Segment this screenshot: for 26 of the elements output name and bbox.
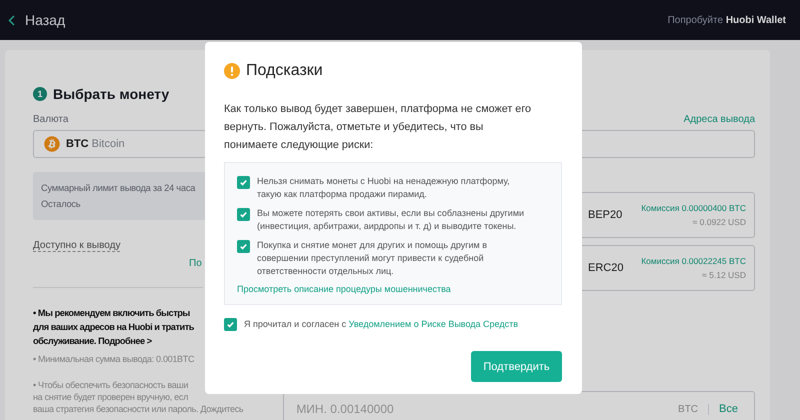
step-title: Выбрать монету bbox=[53, 86, 170, 102]
recommendation-text: обслуживание. Подробнее > bbox=[33, 335, 152, 348]
min-amount-note: • Минимальная сумма вывода: 0.001BTC bbox=[33, 353, 194, 365]
dialog-message: Как только вывод будет завершен, платформа не сможет его вернуть. Пожалуйста, отметьте и убедитесь, что вы понимаете следующие риски: bbox=[224, 102, 532, 153]
network-name: BEP20 bbox=[588, 209, 622, 221]
security-note: ваша стратегия безопасности или пароль. Дождитесь bbox=[33, 403, 244, 415]
step-number: 1 bbox=[33, 87, 47, 101]
fee-usd-text: ≈ 5.12 USD bbox=[702, 270, 746, 280]
security-note: • Чтобы обеспечить безопасность ваши bbox=[33, 379, 188, 391]
recommendation-text: для ваших адресов на Huobi и тратить bbox=[33, 321, 194, 334]
available-label: Доступно к выводу bbox=[33, 240, 120, 252]
fee-text: Комиссия 0.00000400 BTC bbox=[641, 203, 746, 213]
agreement-text: Я прочитал и согласен с Уведомлением о Риске Вывода Средств bbox=[244, 319, 518, 329]
risk-text: Нельзя снимать монеты с Huobi на ненадежную платформу, такую как платформа продажи пирамид. bbox=[257, 175, 511, 201]
security-note: на снятие будет проверен вручную, есл bbox=[33, 391, 188, 403]
recommendation-text: • Мы рекомендуем включить быстры bbox=[33, 307, 190, 320]
currency-label: Валюта bbox=[33, 114, 68, 125]
unit-label: BTC bbox=[678, 404, 710, 414]
network-name: ERC20 bbox=[588, 262, 624, 274]
limit-text: Осталось bbox=[41, 199, 80, 209]
risk-text: Вы можете потерять свои активы, если вы соблазнены другими (инвестиция, арбитражи, аирдропы и т. д) и выводите токены. bbox=[257, 207, 526, 233]
limit-text: Суммарный лимит вывода за 24 часа bbox=[41, 183, 196, 193]
fee-usd-text: ≈ 0.0922 USD bbox=[692, 217, 746, 227]
fee-text: Комиссия 0.00022245 BTC bbox=[641, 256, 746, 266]
risk-text: Покупка и снятие монет для других и помощь другим в совершении преступлений могут привести к судебной ответственности отдельных лиц. bbox=[257, 239, 488, 278]
dialog-title: Подсказки bbox=[246, 62, 323, 80]
